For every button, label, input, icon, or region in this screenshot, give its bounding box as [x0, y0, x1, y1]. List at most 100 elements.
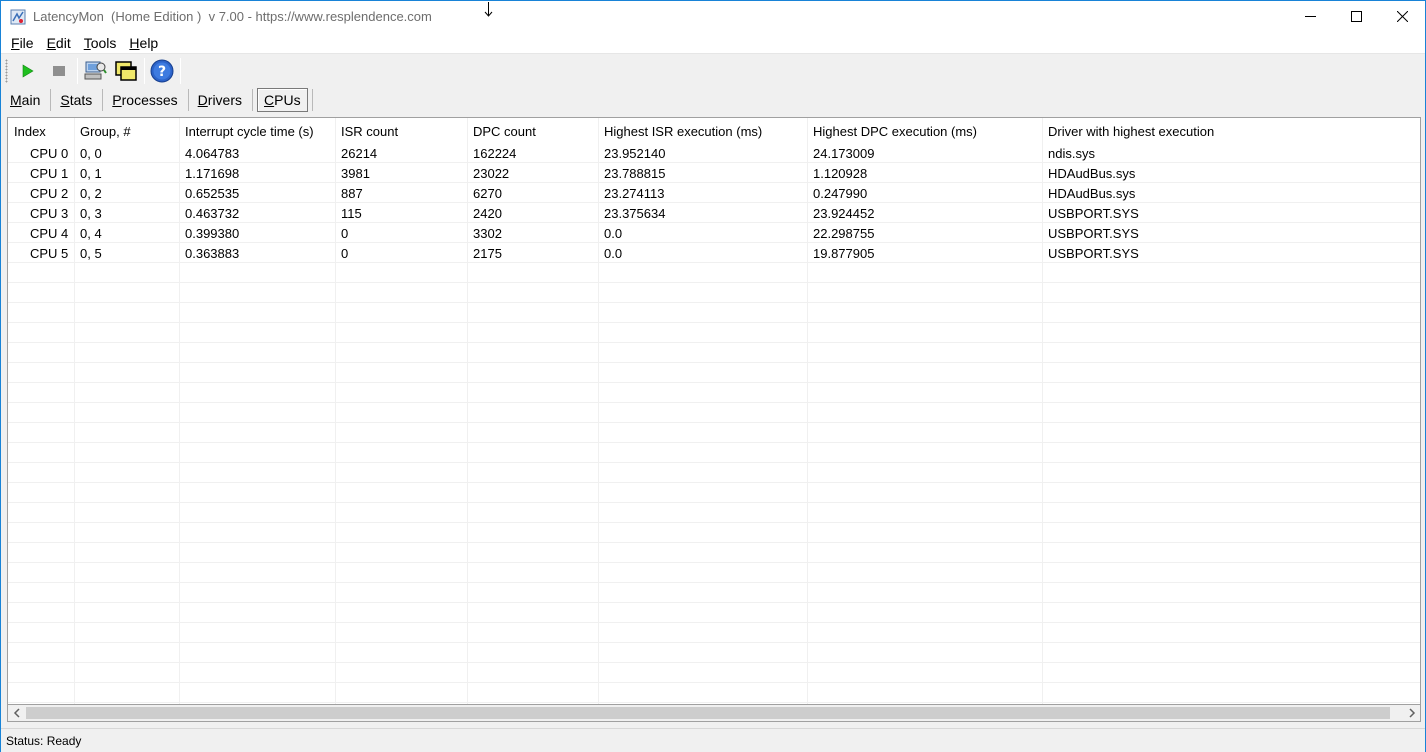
table-cell[interactable]: 2420 — [473, 203, 502, 223]
tab-stats[interactable]: Stats — [51, 88, 102, 112]
table-cell[interactable]: 0.0 — [604, 243, 622, 263]
close-icon — [1396, 11, 1408, 22]
table-cell[interactable]: 0, 1 — [80, 163, 102, 183]
column-header[interactable]: Highest DPC execution (ms) — [813, 118, 977, 144]
table-cell[interactable]: 1.120928 — [813, 163, 867, 183]
table-cell[interactable]: 0, 0 — [80, 143, 102, 163]
table-cell[interactable]: 0, 5 — [80, 243, 102, 263]
menu-help-label: elp — [139, 34, 159, 51]
tab-strip: Main Stats Processes Drivers C PUs — [1, 87, 1425, 112]
system-report-icon — [84, 61, 107, 80]
toolbar-separator — [180, 58, 181, 84]
table-cell[interactable]: USBPORT.SYS — [1048, 243, 1139, 263]
cpu-index-cell[interactable]: CPU 1 — [30, 163, 68, 183]
scroll-right-button[interactable] — [1403, 705, 1420, 721]
minimize-icon — [1304, 16, 1316, 17]
cpu-index-cell[interactable]: CPU 3 — [30, 203, 68, 223]
minimize-button[interactable] — [1287, 1, 1333, 32]
cpu-index-cell[interactable]: CPU 5 — [30, 243, 68, 263]
cpu-index-cell[interactable]: CPU 0 — [30, 143, 68, 163]
close-button[interactable] — [1379, 1, 1425, 32]
maximize-icon — [1350, 11, 1362, 22]
column-separator — [74, 118, 75, 704]
table-cell[interactable]: 26214 — [341, 143, 377, 163]
table-cell[interactable]: 115 — [341, 203, 362, 223]
scroll-left-button[interactable] — [8, 705, 25, 721]
column-header[interactable]: Group, # — [80, 118, 131, 144]
table-cell[interactable]: 0, 4 — [80, 223, 102, 243]
help-button[interactable]: ? — [148, 58, 176, 84]
column-header[interactable]: Driver with highest execution — [1048, 118, 1214, 144]
status-bar: Status: Ready — [1, 728, 1425, 752]
svg-text:?: ? — [158, 64, 166, 80]
table-cell[interactable]: 0.363883 — [185, 243, 239, 263]
table-cell[interactable]: 23.952140 — [604, 143, 665, 163]
tab-cpus[interactable]: C PUs — [257, 87, 308, 112]
table-cell[interactable]: USBPORT.SYS — [1048, 203, 1139, 223]
row-separator — [8, 662, 1420, 663]
tab-drivers[interactable]: Drivers — [189, 88, 252, 112]
table-cell[interactable]: 0.399380 — [185, 223, 239, 243]
system-report-button[interactable] — [81, 58, 109, 84]
table-cell[interactable]: 887 — [341, 183, 363, 203]
column-header[interactable]: DPC count — [473, 118, 536, 144]
table-cell[interactable]: 23.788815 — [604, 163, 665, 183]
table-cell[interactable]: 1.171698 — [185, 163, 239, 183]
maximize-button[interactable] — [1333, 1, 1379, 32]
table-cell[interactable]: 0, 2 — [80, 183, 102, 203]
cpu-table[interactable]: Index Group, # Interrupt cycle time (s) ISR… — [7, 117, 1421, 705]
menu-help-mnemonic: H — [129, 34, 140, 51]
table-cell[interactable]: 2175 — [473, 243, 502, 263]
cpu-index-cell[interactable]: CPU 2 — [30, 183, 68, 203]
table-cell[interactable]: 0, 3 — [80, 203, 102, 223]
horizontal-scrollbar[interactable] — [7, 705, 1421, 722]
table-cell[interactable]: 0.0 — [604, 223, 622, 243]
table-cell[interactable]: HDAudBus.sys — [1048, 183, 1135, 203]
table-cell[interactable]: 6270 — [473, 183, 502, 203]
menu-edit-label: dit — [55, 34, 71, 51]
row-separator — [8, 302, 1420, 303]
toolbar: ? — [1, 55, 1425, 87]
title-bar[interactable]: LatencyMon (Home Edition ) v 7.00 - http… — [1, 1, 1425, 32]
table-cell[interactable]: ndis.sys — [1048, 143, 1095, 163]
cpu-index-cell[interactable]: CPU 4 — [30, 223, 68, 243]
start-monitor-button[interactable] — [14, 58, 42, 84]
column-header[interactable]: ISR count — [341, 118, 398, 144]
table-cell[interactable]: 0.463732 — [185, 203, 239, 223]
tab-processes-mnemonic: P — [112, 91, 122, 108]
table-cell[interactable]: 23.274113 — [604, 183, 665, 203]
table-cell[interactable]: 0.247990 — [813, 183, 867, 203]
table-cell[interactable]: 0.652535 — [185, 183, 239, 203]
table-cell[interactable]: 23.924452 — [813, 203, 874, 223]
column-header[interactable]: Interrupt cycle time (s) — [185, 118, 314, 144]
scrollbar-thumb[interactable] — [26, 707, 1390, 719]
table-cell[interactable]: 23022 — [473, 163, 509, 183]
chevron-right-icon — [1408, 708, 1415, 718]
tab-processes[interactable]: Processes — [103, 88, 187, 112]
table-cell[interactable]: USBPORT.SYS — [1048, 223, 1139, 243]
menu-tools[interactable]: Tools — [74, 35, 120, 51]
column-header[interactable]: Highest ISR execution (ms) — [604, 118, 762, 144]
table-cell[interactable]: 0 — [341, 243, 348, 263]
table-cell[interactable]: 3302 — [473, 223, 502, 243]
table-cell[interactable]: 0 — [341, 223, 348, 243]
windows-button[interactable] — [112, 58, 140, 84]
stop-monitor-button[interactable] — [45, 58, 73, 84]
tab-main[interactable]: Main — [1, 88, 50, 112]
table-cell[interactable]: HDAudBus.sys — [1048, 163, 1135, 183]
table-cell[interactable]: 162224 — [473, 143, 516, 163]
table-cell[interactable]: 19.877905 — [813, 243, 874, 263]
table-cell[interactable]: 23.375634 — [604, 203, 665, 223]
menu-edit[interactable]: Edit — [37, 35, 74, 51]
menu-file[interactable]: File — [1, 35, 37, 51]
table-cell[interactable]: 22.298755 — [813, 223, 874, 243]
table-cell[interactable]: 4.064783 — [185, 143, 239, 163]
table-cell[interactable]: 3981 — [341, 163, 370, 183]
window-title: LatencyMon (Home Edition ) v 7.00 - http… — [33, 9, 432, 24]
menu-help[interactable]: Help — [119, 35, 161, 51]
toolbar-grip[interactable] — [5, 59, 8, 83]
column-header[interactable]: Index — [14, 118, 46, 144]
play-icon — [22, 64, 34, 78]
row-separator — [8, 422, 1420, 423]
table-cell[interactable]: 24.173009 — [813, 143, 874, 163]
